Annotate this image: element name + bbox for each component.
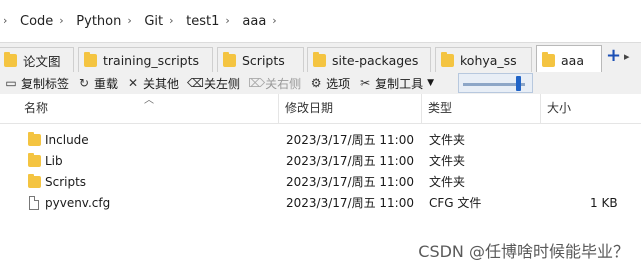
close-others-button[interactable]: ✕ 关其他	[126, 75, 179, 92]
toolbar: ▭ 复制标签 ↻ 重载 ✕ 关其他 ⌫ 关左侧 ⌦ 关右侧 ⚙ 选项 ✂ 复制工…	[0, 72, 641, 94]
gear-icon: ⚙	[310, 76, 322, 90]
copy-tools-button[interactable]: ✂ 复制工具 ▼	[358, 75, 434, 92]
folder-icon	[223, 52, 236, 67]
breadcrumb-python[interactable]: Python	[76, 14, 121, 29]
breadcrumb-git[interactable]: Git	[144, 14, 163, 29]
column-type[interactable]: 类型	[422, 94, 541, 123]
column-name[interactable]: 名称	[16, 94, 279, 123]
file-type: 文件夹	[429, 154, 466, 168]
zoom-slider[interactable]	[458, 73, 533, 93]
tab-training-scripts[interactable]: training_scripts	[78, 47, 213, 73]
breadcrumb-code[interactable]: Code	[20, 14, 53, 29]
close-others-label: 关其他	[143, 76, 180, 91]
close-left-label: 关左侧	[204, 76, 241, 91]
file-modified: 2023/3/17/周五 11:00	[286, 175, 414, 189]
reload-label: 重载	[94, 76, 119, 91]
file-name: Scripts	[45, 175, 87, 189]
close-left-icon: ⌫	[187, 76, 205, 90]
watermark: CSDN @任博啥时候能毕业？	[418, 242, 629, 261]
options-label: 选项	[326, 76, 351, 91]
file-name: Include	[45, 133, 89, 147]
chevron-right-icon[interactable]: ›	[272, 15, 282, 26]
file-modified: 2023/3/17/周五 11:00	[286, 196, 414, 210]
column-size-label: 大小	[547, 101, 572, 115]
file-modified: 2023/3/17/周五 11:00	[286, 133, 414, 147]
copy-tab-button[interactable]: ▭ 复制标签	[4, 75, 69, 92]
tab-scripts[interactable]: Scripts	[217, 47, 304, 73]
tab-label: aaa	[561, 52, 584, 68]
file-row-pyvenv[interactable]: pyvenv.cfg 2023/3/17/周五 11:00 CFG 文件 1 K…	[0, 193, 641, 214]
chevron-right-icon[interactable]: ▸	[624, 50, 630, 63]
file-type: 文件夹	[429, 175, 466, 189]
file-row-include[interactable]: Include 2023/3/17/周五 11:00 文件夹	[0, 130, 641, 151]
options-button[interactable]: ⚙ 选项	[309, 75, 350, 92]
chevron-right-icon[interactable]: ›	[3, 15, 13, 26]
tab-label: site-packages	[332, 53, 419, 68]
reload-button[interactable]: ↻ 重载	[77, 75, 118, 92]
folder-icon	[313, 52, 326, 67]
tools-icon: ✂	[360, 76, 371, 90]
close-others-icon: ✕	[128, 76, 139, 90]
close-left-button[interactable]: ⌫ 关左侧	[187, 75, 240, 92]
close-right-button[interactable]: ⌦ 关右侧	[248, 75, 301, 92]
tab-kohya-ss[interactable]: kohya_ss	[435, 47, 532, 73]
refresh-icon: ↻	[78, 76, 90, 90]
close-right-icon: ⌦	[248, 76, 266, 90]
file-name: pyvenv.cfg	[45, 196, 111, 210]
tab-aaa[interactable]: aaa	[536, 45, 602, 74]
dropdown-arrow-icon: ▼	[427, 78, 435, 88]
tab-strip: 论文图 training_scripts Scripts site-packag…	[0, 42, 641, 74]
column-size[interactable]: 大小	[541, 94, 623, 123]
chevron-right-icon[interactable]: ›	[169, 15, 179, 26]
folder-icon	[441, 52, 454, 67]
file-icon	[29, 196, 39, 210]
column-modified-label: 修改日期	[285, 101, 334, 115]
file-size: 1 KB	[590, 196, 618, 210]
tab-label: Scripts	[242, 53, 285, 68]
tab-site-packages[interactable]: site-packages	[307, 47, 431, 73]
column-type-label: 类型	[428, 101, 453, 115]
column-header: ︿ 名称 修改日期 类型 大小	[0, 94, 641, 124]
copy-tools-label: 复制工具	[375, 76, 424, 91]
add-tab-icon[interactable]: +	[606, 47, 621, 65]
copy-tab-label: 复制标签	[21, 76, 70, 91]
tab-label: training_scripts	[103, 53, 200, 68]
breadcrumb-test1[interactable]: test1	[186, 14, 219, 29]
address-bar[interactable]: › Code › Python › Git › test1 › aaa ›	[0, 0, 641, 42]
close-right-label: 关右侧	[265, 76, 302, 91]
folder-icon	[542, 51, 555, 67]
column-modified[interactable]: 修改日期	[279, 94, 422, 123]
copy-tab-icon: ▭	[5, 76, 17, 90]
folder-icon	[28, 153, 41, 167]
folder-icon	[28, 174, 41, 188]
file-row-lib[interactable]: Lib 2023/3/17/周五 11:00 文件夹	[0, 151, 641, 172]
tab-label: 论文图	[23, 54, 61, 69]
tab-lunwentu[interactable]: 论文图	[0, 47, 74, 73]
file-row-scripts[interactable]: Scripts 2023/3/17/周五 11:00 文件夹	[0, 172, 641, 193]
file-name: Lib	[45, 154, 63, 168]
folder-icon	[28, 132, 41, 146]
chevron-right-icon[interactable]: ›	[59, 15, 69, 26]
chevron-right-icon[interactable]: ›	[127, 15, 137, 26]
file-type: 文件夹	[429, 133, 466, 147]
breadcrumb-aaa[interactable]: aaa	[242, 14, 266, 29]
chevron-right-icon[interactable]: ›	[225, 15, 235, 26]
tab-label: kohya_ss	[460, 53, 517, 68]
slider-thumb[interactable]	[516, 76, 522, 91]
folder-icon	[84, 52, 97, 67]
file-modified: 2023/3/17/周五 11:00	[286, 154, 414, 168]
folder-icon	[4, 52, 17, 67]
file-type: CFG 文件	[429, 196, 482, 210]
column-name-label: 名称	[24, 101, 49, 115]
